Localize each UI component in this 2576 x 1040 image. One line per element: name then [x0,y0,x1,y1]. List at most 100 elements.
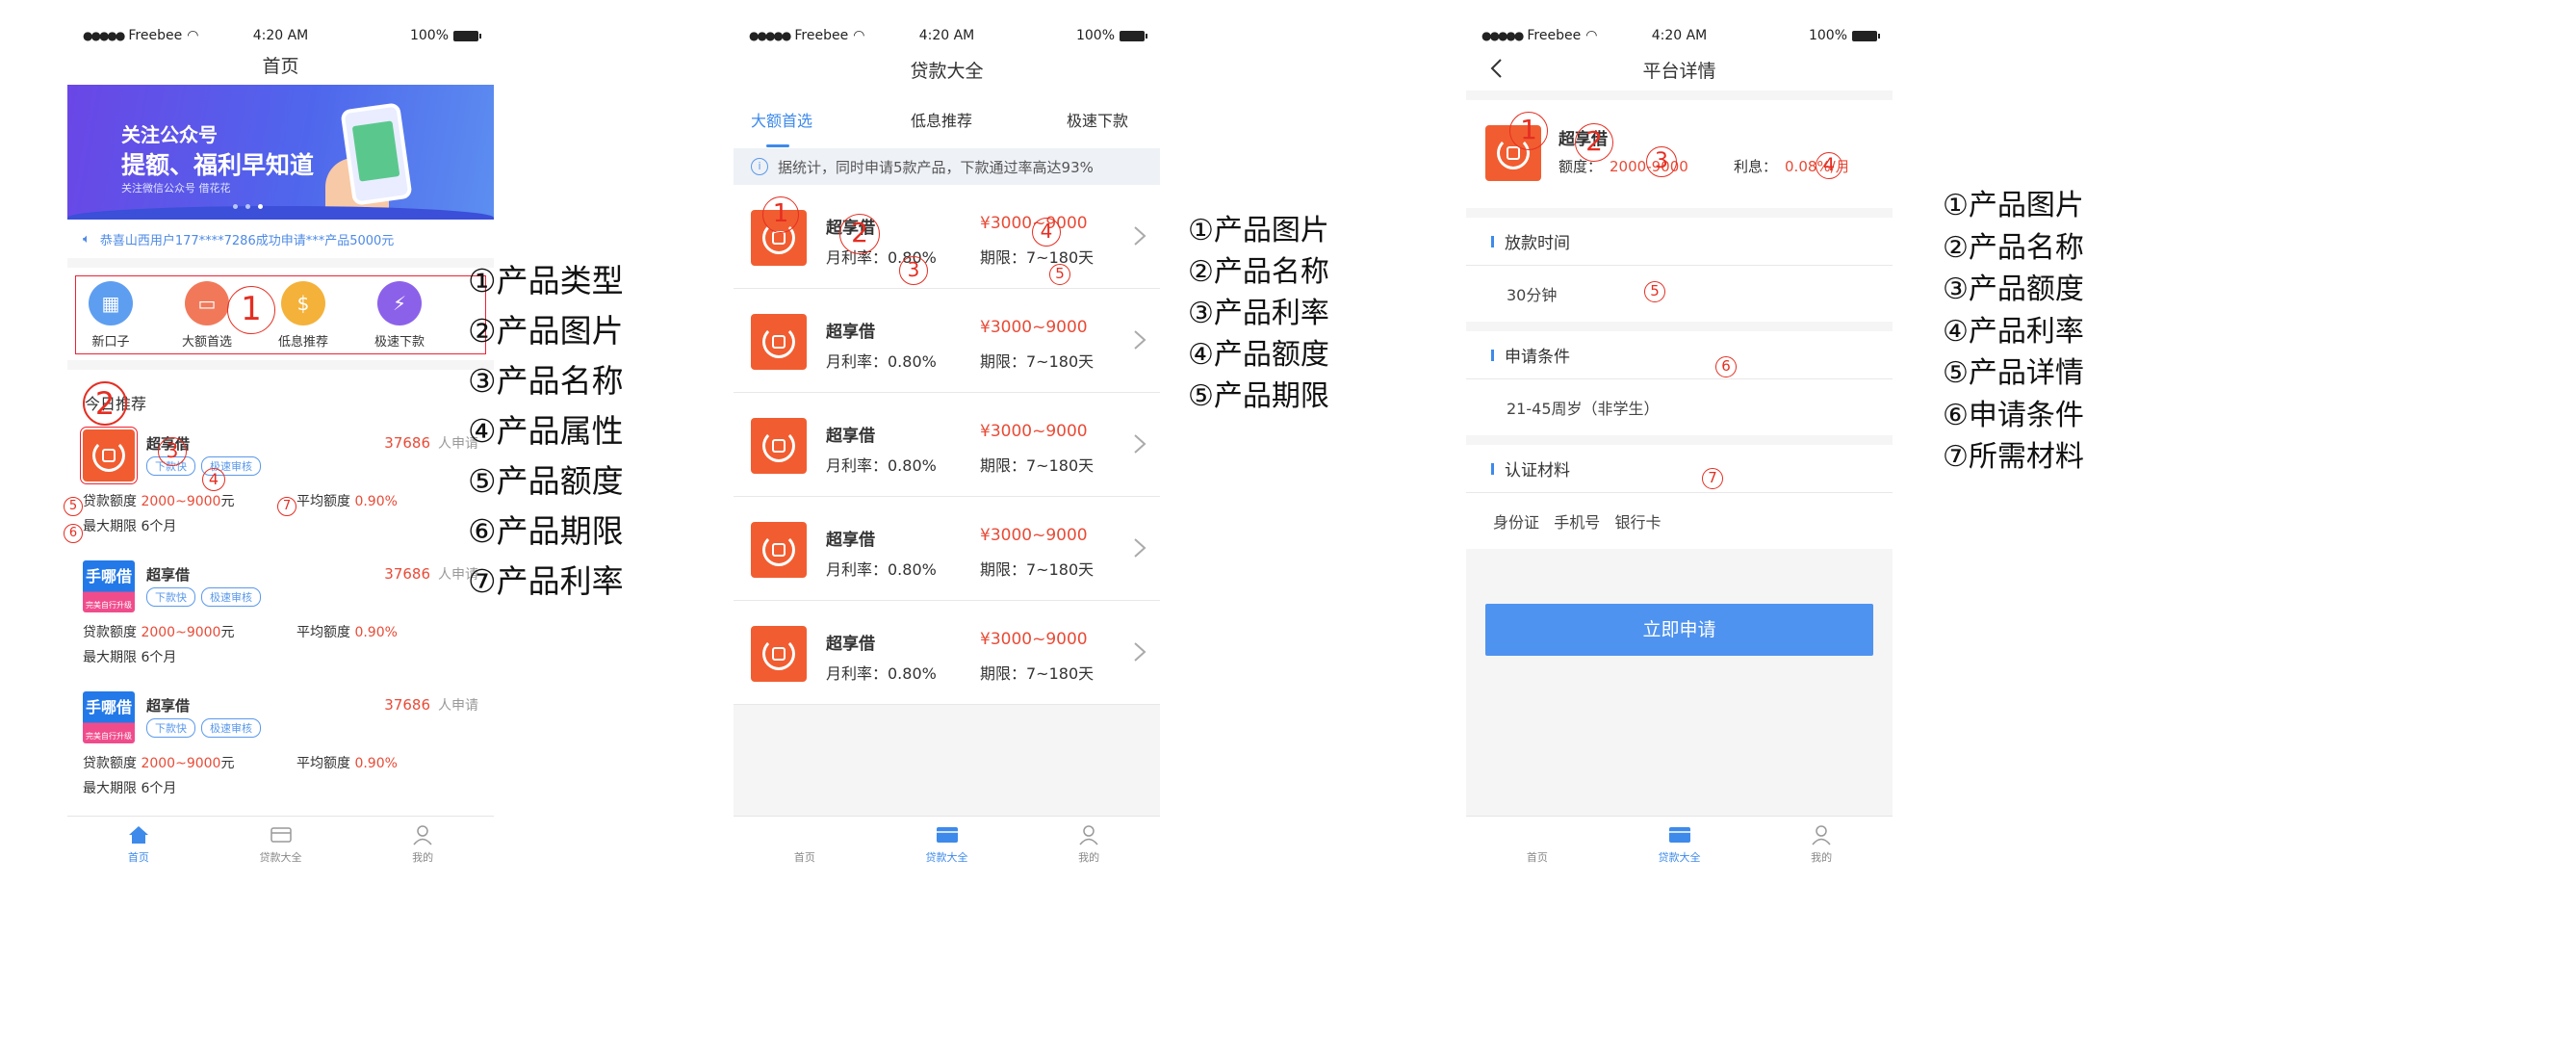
product-logo [751,522,807,578]
amount-line: 贷款额度 2000~9000元 [83,625,235,640]
loan-item[interactable]: 超享借 月利率：0.80% ¥3000~9000 期限：7~180天 [734,393,1160,497]
status-bar: ●●●●● Freebee ◠ 4:20 AM 100% [734,21,1160,52]
tab-bar: 首页 贷款大全 我的 [67,816,494,873]
apply-count: 37686 人申请 [384,565,478,583]
product-logo [751,314,807,370]
user-icon [411,824,434,845]
note-item: ②产品名称 [1943,230,2084,265]
speaker-icon: 🔈︎ [83,231,90,247]
tab-mine[interactable]: 我的 [1750,817,1893,873]
section-value: 30分钟 [1507,286,1558,304]
chevron-right-icon [1134,642,1146,662]
apply-count: 37686 人申请 [384,696,478,714]
category-label: 低息推荐 [277,335,328,350]
note-item: ②产品名称 [1188,255,1329,289]
chevron-right-icon [1134,538,1146,558]
product-logo: 手哪借 完美自行升级 [83,560,135,612]
annotation-marker: 5 [1049,264,1070,285]
note-item: ③产品额度 [1943,273,2084,306]
loans-screen: ●●●●● Freebee ◠ 4:20 AM 100% 贷款大全 大额首选 低息推… [734,21,1160,873]
annotation-marker: 5 [64,497,83,516]
section-value: 21-45周岁（非学生） [1507,400,1660,418]
note-item: ⑤产品详情 [1943,356,2084,390]
tab-low-interest[interactable]: 低息推荐 [911,108,972,131]
annotation-notes: ①产品图片 ②产品名称 ③产品额度 ④产品利率 ⑤产品详情 ⑥申请条件 ⑦所需材… [1943,185,2084,479]
annotation-marker: 4 [1032,218,1061,247]
term-line: 最大期限 6个月 [83,519,177,534]
annotation-marker: 5 [1644,281,1665,302]
note-item: ③产品名称 [468,362,624,400]
note-item: ⑦所需材料 [1943,440,2084,474]
phone-illustration [340,102,413,206]
tab-loans[interactable]: 贷款大全 [1609,817,1751,873]
annotation-marker: 2 [839,214,880,254]
annotation-marker: 1 [762,196,799,233]
annotation-marker: 2 [1575,123,1613,162]
tab-loans[interactable]: 贷款大全 [210,817,352,873]
tab-loans[interactable]: 贷款大全 [876,817,1018,873]
info-text: 据统计，同时申请5款产品，下款通过率高达93% [778,158,1094,176]
user-icon [1810,824,1833,845]
product-name: 超享借 [146,566,191,584]
category-label: 极速下款 [374,335,425,350]
product-card[interactable]: 手哪借 完美自行升级 超享借 37686 人申请 下款快 极速审核 贷款额度 2000… [67,686,494,817]
tab-home[interactable]: 首页 [67,817,210,873]
status-bar: ●●●●● Freebee ◠ 4:20 AM 100% [67,21,494,52]
loan-item[interactable]: 超享借 月利率：0.80% ¥3000~9000 期限：7~180天 [734,289,1160,393]
annotation-marker: 6 [1715,356,1737,377]
page-title: 贷款大全 [734,52,1160,91]
banner-wave [67,206,494,220]
product-card[interactable]: 手哪借 完美自行升级 超享借 37686 人申请 下款快 极速审核 贷款额度 2000… [67,555,494,686]
annotation-marker: 6 [64,524,83,543]
battery-label: 100% [1808,28,1847,43]
card-icon [1668,824,1691,845]
tab-home[interactable]: 首页 [734,817,876,873]
apply-button[interactable]: 立即申请 [1485,604,1873,656]
note-item: ②产品图片 [468,312,624,350]
card-icon [270,824,293,845]
loan-item[interactable]: 超享借 月利率：0.80% ¥3000~9000 期限：7~180天 [734,497,1160,601]
note-item: ④产品属性 [468,412,624,450]
filter-tabs: 大额首选 低息推荐 极速下款 [734,91,1160,148]
notice-bar[interactable]: 🔈︎ 恭喜山西用户177****7286成功申请***产品5000元 [67,220,494,258]
section-value: 身份证 手机号 银行卡 [1493,513,1662,532]
category-label: 新口子 [91,335,130,350]
note-item: ⑤产品额度 [468,462,624,500]
product-name: 超享借 [146,697,191,715]
status-bar: ●●●●● Freebee ◠ 4:20 AM 100% [1466,21,1893,52]
tab-mine[interactable]: 我的 [1018,817,1160,873]
active-tab-indicator [766,144,789,147]
amount-line: 贷款额度 2000~9000元 [83,756,235,771]
tab-large[interactable]: 大额首选 [751,108,812,131]
banner-pagination[interactable] [233,204,263,209]
annotation-notes: ①产品图片 ②产品名称 ③产品利率 ④产品额度 ⑤产品期限 [1188,210,1329,417]
tag: 下款快 [146,718,195,738]
note-item: ⑥产品期限 [468,512,624,550]
tab-home[interactable]: 首页 [1466,817,1609,873]
product-logo [751,626,807,682]
annotation-marker: 4 [1816,152,1842,179]
category-fast[interactable]: ⚡︎ 极速下款 [356,281,443,350]
battery-label: 100% [409,28,449,43]
note-item: ⑥申请条件 [1943,398,2084,432]
section-title: 放款时间 [1505,234,1570,253]
promo-banner[interactable]: 关注公众号 提额、福利早知道 关注微信公众号 借花花 [67,85,494,220]
card-icon [936,824,959,845]
product-card[interactable]: 超享借 37686 人申请 下款快 极速审核 贷款额度 2000~9000元 平均额… [67,424,494,555]
annotation-marker: 1 [227,286,275,334]
note-item: ⑤产品期限 [1188,379,1329,413]
annotation-marker: 4 [202,468,225,491]
note-item: ①产品类型 [468,262,624,299]
loan-item[interactable]: 超享借 月利率：0.80% ¥3000~9000 期限：7~180天 [734,185,1160,289]
info-bar: i 据统计，同时申请5款产品，下款通过率高达93% [734,148,1160,185]
tab-mine[interactable]: 我的 [351,817,494,873]
tab-bar: 首页 贷款大全 我的 [1466,816,1893,873]
tab-fast[interactable]: 极速下款 [1067,108,1128,131]
category-new[interactable]: ▦ 新口子 [67,281,154,350]
annotation-marker: 7 [277,497,296,516]
chevron-right-icon [1134,226,1146,246]
lightning-icon: ⚡︎ [377,281,422,325]
back-arrow-icon[interactable] [1485,56,1510,81]
loan-item[interactable]: 超享借 月利率：0.80% ¥3000~9000 期限：7~180天 [734,601,1160,705]
user-icon [1077,824,1100,845]
